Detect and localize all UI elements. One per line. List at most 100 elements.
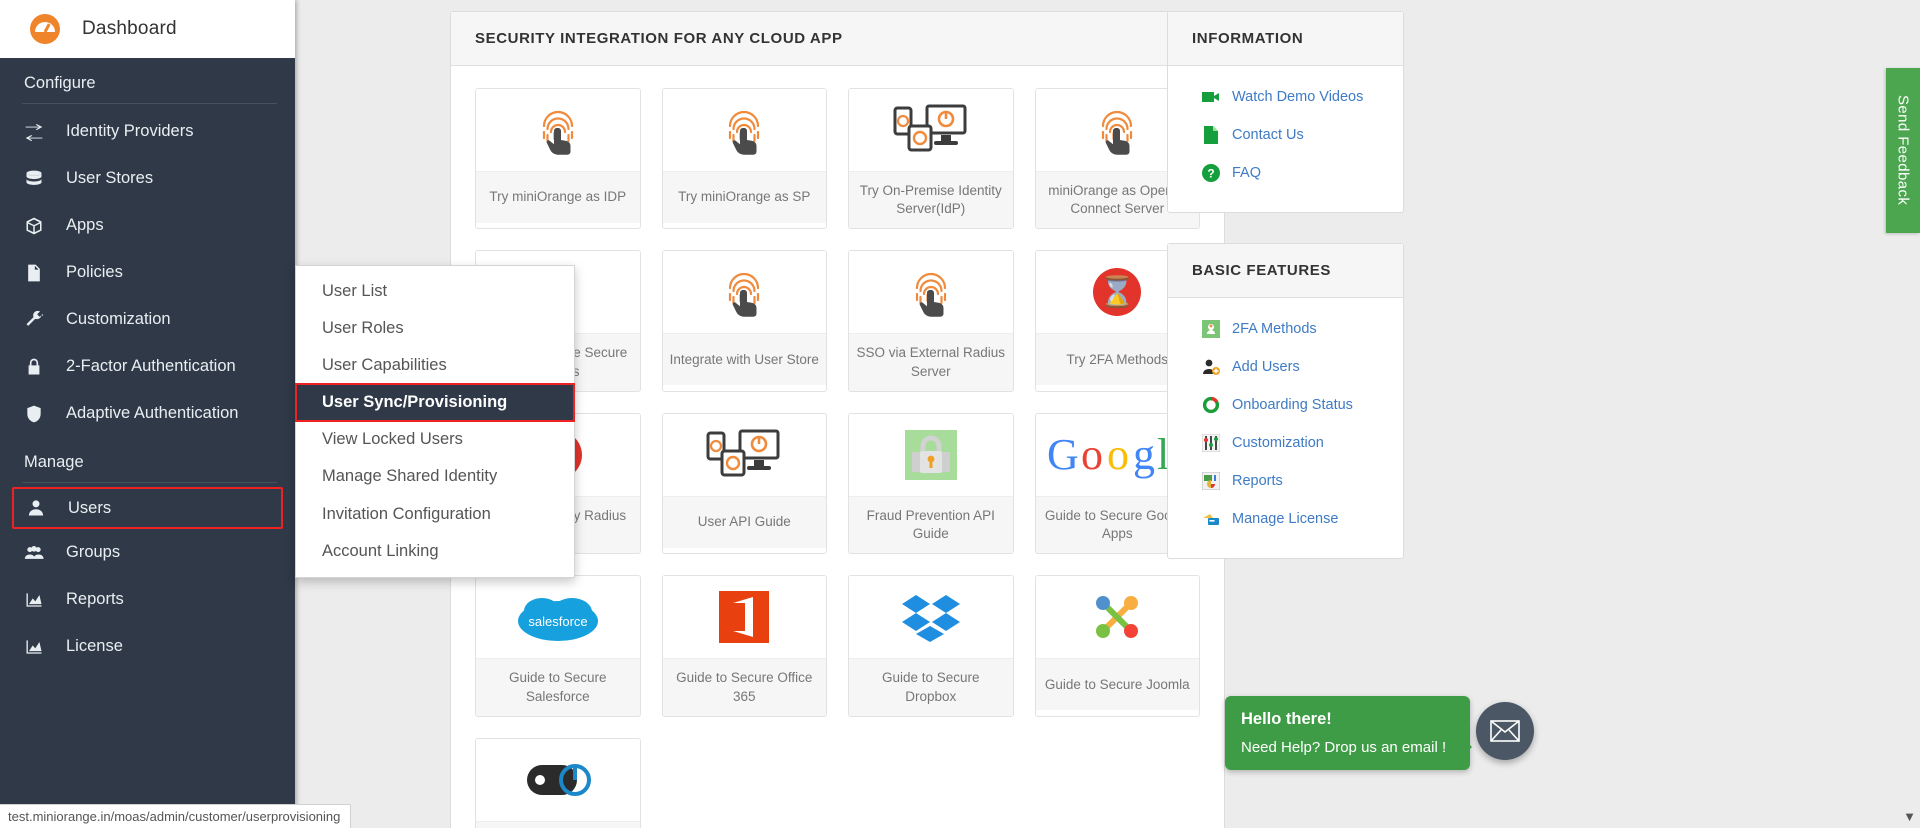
sidebar-section-label: Manage <box>24 453 84 471</box>
card-icon <box>849 89 1013 171</box>
sidebar-section-label: Configure <box>24 74 96 92</box>
link-2fa-methods[interactable]: 2FA Methods <box>1168 310 1403 348</box>
security-card-try-miniorange-as-sp[interactable]: Try miniOrange as SP <box>661 88 827 230</box>
fingerprint-touch-icon <box>542 110 573 155</box>
link-reports[interactable]: Reports <box>1168 462 1403 500</box>
link-contact-us[interactable]: Contact Us <box>1168 116 1403 154</box>
hourglass-red-icon: ⌛ <box>1093 268 1142 317</box>
sidebar-item-user-stores[interactable]: User Stores <box>0 155 295 202</box>
dropdown-item-invitation-configuration[interactable]: Invitation Configuration <box>296 496 574 533</box>
card-icon <box>662 251 826 334</box>
sidebar-item-customization[interactable]: Customization <box>0 296 295 343</box>
user-icon <box>24 498 48 518</box>
security-card-display-token-guide[interactable]: Display Token Guide <box>475 737 641 828</box>
card-icon <box>662 576 826 659</box>
security-card-guide-to-secure-office-365[interactable]: Guide to Secure Office 365 <box>661 575 827 717</box>
fingerprint-touch-icon <box>915 273 946 318</box>
security-card-guide-to-secure-dropbox[interactable]: Guide to Secure Dropbox <box>848 575 1014 717</box>
security-card-integrate-with-user-store[interactable]: Integrate with User Store <box>661 250 827 392</box>
sidebar-item-label: License <box>66 637 123 655</box>
svg-text:g: g <box>1133 431 1155 479</box>
link-manage-license[interactable]: Manage License <box>1168 500 1403 538</box>
envelope-icon <box>1490 720 1520 742</box>
chart-icon <box>26 592 42 607</box>
link-add-users[interactable]: Add Users <box>1168 348 1403 386</box>
status-bar-url: test.miniorange.in/moas/admin/customer/u… <box>0 804 352 828</box>
sidebar-item-identity-providers[interactable]: Identity Providers <box>0 108 295 155</box>
information-links: Watch Demo Videos Contact Us ? FAQ <box>1168 66 1403 212</box>
shield-icon <box>27 405 41 422</box>
dashboard-header[interactable]: Dashboard <box>0 0 295 58</box>
fingerprint-green-icon <box>1202 320 1220 338</box>
document-green-icon <box>1202 126 1220 144</box>
svg-text:?: ? <box>1207 167 1214 181</box>
dashboard-title: Dashboard <box>82 18 177 39</box>
svg-text:o: o <box>1081 431 1103 479</box>
wrench-icon <box>22 310 46 330</box>
basic-features-panel-title: BASIC FEATURES <box>1168 244 1403 298</box>
security-card-try-on-premise-identity-server-idp[interactable]: Try On-Premise Identity Server(IdP) <box>848 88 1014 230</box>
database-icon <box>22 169 46 189</box>
cube-icon <box>22 216 46 236</box>
sidebar-item-apps[interactable]: Apps <box>0 202 295 249</box>
link-watch-demo-videos[interactable]: Watch Demo Videos <box>1168 78 1403 116</box>
sidebar-item-adaptive-authentication[interactable]: Adaptive Authentication <box>0 390 295 437</box>
fingerprint-touch-icon <box>729 110 760 155</box>
sidebar-item-license[interactable]: License <box>0 623 295 670</box>
link-label: Add Users <box>1232 359 1300 375</box>
basic-features-links: 2FA Methods Add Users Onboarding Status Cus… <box>1168 298 1403 558</box>
card-label: Try miniOrange as SP <box>662 171 826 223</box>
card-icon <box>849 413 1013 496</box>
svg-text:o: o <box>1107 431 1129 479</box>
sidebar-item-label: Adaptive Authentication <box>66 404 239 422</box>
dropdown-item-user-sync-provisioning[interactable]: User Sync/Provisioning <box>295 383 575 423</box>
dropdown-item-view-locked-users[interactable]: View Locked Users <box>296 421 574 458</box>
security-card-fraud-prevention-api-guide[interactable]: Fraud Prevention API Guide <box>848 412 1014 555</box>
salesforce-cloud-icon: salesforce <box>517 598 598 642</box>
chat-email-button[interactable] <box>1476 702 1534 760</box>
dropbox-icon <box>901 595 960 643</box>
dropdown-item-account-linking[interactable]: Account Linking <box>296 533 574 570</box>
send-feedback-tab[interactable]: Send Feedback <box>1886 68 1920 233</box>
sidebar-item-groups[interactable]: Groups <box>0 529 295 576</box>
report-chart-icon <box>1202 472 1220 490</box>
card-label: SSO via External Radius Server <box>849 333 1013 391</box>
card-icon <box>849 251 1013 334</box>
sliders-icon <box>1202 434 1220 452</box>
link-label: Contact Us <box>1232 127 1304 143</box>
security-card-guide-to-secure-salesforce[interactable]: salesforce Guide to Secure Salesforce <box>475 575 641 717</box>
cube-icon <box>26 217 42 234</box>
chat-bubble: Hello there! Need Help? Drop us an email… <box>1225 696 1472 770</box>
svg-text:salesforce: salesforce <box>528 614 587 629</box>
exchange-icon <box>22 122 46 142</box>
sidebar-item-users[interactable]: Users <box>12 487 283 529</box>
link-faq[interactable]: ? FAQ <box>1168 154 1403 192</box>
sidebar-item-label: User Stores <box>66 169 154 187</box>
card-label: Fraud Prevention API Guide <box>849 495 1013 554</box>
card-icon <box>476 89 640 171</box>
document-icon <box>28 264 40 281</box>
dropdown-item-user-capabilities[interactable]: User Capabilities <box>296 347 574 384</box>
sidebar-item-policies[interactable]: Policies <box>0 249 295 296</box>
sidebar: Dashboard Configure Identity Providers Use… <box>0 0 295 828</box>
security-card-try-miniorange-as-idp[interactable]: Try miniOrange as IDP <box>475 88 641 230</box>
security-card-user-api-guide[interactable]: User API Guide <box>661 412 827 555</box>
link-customization[interactable]: Customization <box>1168 424 1403 462</box>
security-card-sso-via-external-radius-server[interactable]: SSO via External Radius Server <box>848 250 1014 392</box>
sidebar-item-2-factor-authentication[interactable]: 2-Factor Authentication <box>0 343 295 390</box>
hardware-token-icon <box>526 763 591 796</box>
dropdown-item-manage-shared-identity[interactable]: Manage Shared Identity <box>296 458 574 495</box>
scroll-down-arrow[interactable]: ▼ <box>1903 809 1916 824</box>
exchange-icon <box>25 123 43 141</box>
document-green-icon <box>1204 126 1218 144</box>
dropdown-item-user-list[interactable]: User List <box>296 273 574 310</box>
sliders-icon <box>1202 434 1220 452</box>
dropdown-item-user-roles[interactable]: User Roles <box>296 310 574 347</box>
send-feedback-label: Send Feedback <box>1894 95 1912 206</box>
users-submenu-dropdown[interactable]: User List User Roles User Capabilities User… <box>295 265 575 578</box>
svg-text:G: G <box>1047 431 1079 479</box>
security-card-guide-to-secure-joomla[interactable]: Guide to Secure Joomla <box>1034 575 1200 717</box>
link-onboarding-status[interactable]: Onboarding Status <box>1168 386 1403 424</box>
sidebar-item-reports[interactable]: Reports <box>0 576 295 623</box>
users-group-icon <box>22 543 46 563</box>
